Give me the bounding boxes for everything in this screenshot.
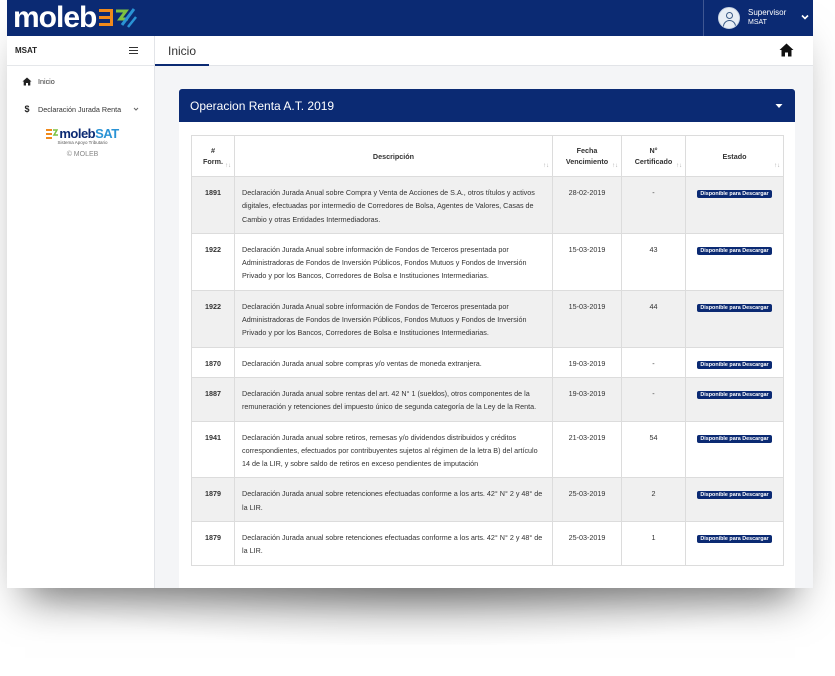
operacion-renta-panel: Operacion Renta A.T. 2019 # Form. ↑↓ Des…	[179, 89, 795, 588]
certificate-number: -	[621, 376, 686, 422]
chevron-down-icon[interactable]	[801, 13, 809, 21]
user-info: Supervisor MSAT	[748, 8, 786, 28]
description: Declaración Jurada Anual sobre informaci…	[234, 289, 553, 348]
column-header-form[interactable]: # Form. ↑↓	[191, 135, 235, 177]
sort-icon: ↑↓	[774, 163, 780, 169]
copyright: © MOLEB	[66, 151, 99, 158]
download-status-badge[interactable]: Disponible para Descargar	[697, 246, 772, 255]
certificate-number: 43	[621, 232, 686, 291]
description: Declaración Jurada Anual sobre Compra y …	[234, 176, 553, 234]
form-number: 1922	[191, 232, 235, 291]
avatar	[718, 7, 740, 29]
column-header-estado[interactable]: Estado ↑↓	[685, 135, 784, 177]
sort-icon: ↑↓	[676, 163, 682, 169]
download-status-badge[interactable]: Disponible para Descargar	[697, 535, 772, 544]
download-status-badge[interactable]: Disponible para Descargar	[697, 434, 772, 443]
logo-sat-text: SAT	[95, 126, 119, 141]
due-date: 15-03-2019	[552, 232, 622, 291]
form-number: 1887	[191, 376, 235, 422]
download-status-badge[interactable]: Disponible para Descargar	[697, 390, 772, 399]
caret-down-icon[interactable]	[775, 103, 783, 109]
brand-logo[interactable]: moleb	[13, 2, 138, 34]
due-date: 28-02-2019	[552, 176, 622, 234]
panel-header[interactable]: Operacion Renta A.T. 2019	[179, 89, 795, 122]
dollar-icon: $	[24, 104, 30, 114]
certificate-number: 2	[621, 477, 686, 523]
declaraciones-table: # Form. ↑↓ Descripción ↑↓ Fecha Vencimie…	[191, 135, 784, 566]
sidebar: MSAT Inicio $ Declaración Jurada Renta m…	[7, 36, 155, 588]
sort-icon: ↑↓	[225, 163, 231, 169]
breadcrumb-active-indicator	[155, 64, 209, 66]
form-number: 1879	[191, 477, 235, 523]
description: Declaración Jurada anual sobre retiros, …	[234, 420, 553, 479]
table-row: 1922 Declaración Jurada Anual sobre info…	[191, 289, 784, 348]
app-window: moleb Supervisor MSAT MSAT Inicio $ Decl…	[7, 0, 813, 588]
chevron-down-icon[interactable]	[133, 106, 139, 112]
description: Declaración Jurada anual sobre rentas de…	[234, 376, 553, 422]
brand-text: moleb	[13, 1, 97, 34]
sidebar-item-inicio[interactable]: Inicio	[7, 70, 155, 92]
top-navbar: moleb Supervisor MSAT	[7, 0, 813, 36]
table-row: 1941 Declaración Jurada anual sobre reti…	[191, 420, 784, 479]
form-number: 1922	[191, 289, 235, 348]
breadcrumb[interactable]: Inicio	[168, 44, 196, 58]
user-name: Supervisor	[748, 8, 787, 17]
certificate-number: 1	[621, 521, 686, 566]
table-row: 1879 Declaración Jurada anual sobre rete…	[191, 477, 784, 523]
table-row: 1887 Declaración Jurada anual sobre rent…	[191, 376, 784, 422]
frame-shadow	[40, 585, 795, 645]
description: Declaración Jurada anual sobre retencion…	[234, 477, 553, 523]
home-icon	[22, 77, 32, 85]
due-date: 25-03-2019	[552, 521, 622, 566]
due-date: 19-03-2019	[552, 346, 622, 378]
home-icon[interactable]	[779, 43, 794, 57]
download-status-badge[interactable]: Disponible para Descargar	[697, 491, 772, 500]
certificate-number: 54	[621, 420, 686, 479]
certificate-number: -	[621, 176, 686, 234]
sidebar-item-label: Inicio	[38, 76, 55, 86]
sidebar-title: MSAT	[15, 46, 38, 55]
table-row: 1922 Declaración Jurada Anual sobre info…	[191, 232, 784, 291]
certificate-number: -	[621, 346, 686, 378]
download-status-badge[interactable]: Disponible para Descargar	[697, 360, 772, 369]
user-role: MSAT	[748, 19, 767, 26]
table-row: 1870 Declaración Jurada anual sobre comp…	[191, 346, 784, 378]
brand-mark-icon	[99, 8, 138, 28]
sidebar-item-declaracion-renta[interactable]: $ Declaración Jurada Renta	[7, 98, 155, 120]
molebsat-mark-icon	[46, 129, 59, 139]
sort-icon: ↑↓	[612, 163, 618, 169]
due-date: 19-03-2019	[552, 376, 622, 422]
table-row: 1891 Declaración Jurada Anual sobre Comp…	[191, 176, 784, 234]
logo-moleb-text: moleb	[59, 126, 96, 141]
due-date: 15-03-2019	[552, 289, 622, 348]
certificate-number: 44	[621, 289, 686, 348]
molebsat-logo: moleb SAT Sistema Apoyo Tributario © MOLE…	[45, 126, 120, 158]
due-date: 25-03-2019	[552, 477, 622, 523]
description: Declaración Jurada anual sobre retencion…	[234, 521, 553, 566]
form-number: 1891	[191, 176, 235, 234]
sort-icon: ↑↓	[543, 163, 549, 169]
column-header-vencimiento[interactable]: Fecha Vencimiento ↑↓	[552, 135, 622, 177]
description: Declaración Jurada Anual sobre informaci…	[234, 232, 553, 291]
form-number: 1879	[191, 521, 235, 566]
download-status-badge[interactable]: Disponible para Descargar	[697, 303, 772, 312]
form-number: 1870	[191, 346, 235, 378]
download-status-badge[interactable]: Disponible para Descargar	[697, 190, 772, 198]
column-header-certificado[interactable]: N° Certificado ↑↓	[621, 135, 686, 177]
hamburger-menu-icon[interactable]	[129, 47, 138, 55]
user-menu[interactable]: Supervisor MSAT	[703, 0, 813, 36]
column-header-descripcion[interactable]: Descripción ↑↓	[234, 135, 553, 177]
table-header-row: # Form. ↑↓ Descripción ↑↓ Fecha Vencimie…	[191, 135, 784, 177]
due-date: 21-03-2019	[552, 420, 622, 479]
sidebar-item-label: Declaración Jurada Renta	[38, 104, 122, 114]
sidebar-header: MSAT	[7, 36, 154, 66]
description: Declaración Jurada anual sobre compras y…	[234, 346, 553, 378]
content-header: Inicio	[155, 36, 813, 66]
panel-title: Operacion Renta A.T. 2019	[190, 99, 335, 113]
form-number: 1941	[191, 420, 235, 479]
table-row: 1879 Declaración Jurada anual sobre rete…	[191, 521, 784, 566]
